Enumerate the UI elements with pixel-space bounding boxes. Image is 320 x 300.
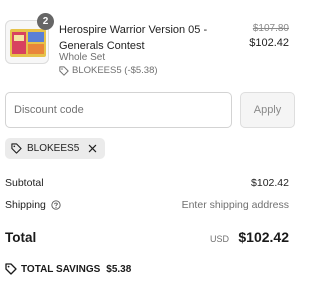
- tag-icon: [59, 65, 69, 76]
- total-currency: USD: [209, 234, 229, 244]
- shipping-row-label: Shipping: [5, 199, 61, 211]
- line-discount: BLOKEES5 (-$5.38): [59, 65, 158, 76]
- shipping-value: Enter shipping address: [181, 199, 289, 211]
- discount-code-input[interactable]: [5, 92, 232, 128]
- shipping-label: Shipping: [5, 199, 46, 211]
- total-value: $102.42: [238, 229, 289, 245]
- original-price: $107.80: [252, 23, 289, 34]
- quantity-badge: 2: [37, 13, 54, 30]
- subtotal-label: Subtotal: [5, 177, 44, 189]
- applied-code-label: BLOKEES5: [27, 143, 80, 154]
- product-box-image: [10, 29, 46, 57]
- savings-value: $5.38: [106, 263, 132, 275]
- question-circle-icon[interactable]: [51, 200, 61, 210]
- applied-code-chip: BLOKEES5: [5, 138, 106, 159]
- product-title: Herospire Warrior Version 05 - Generals …: [59, 24, 208, 52]
- savings-label: TOTAL SAVINGS: [21, 263, 101, 275]
- apply-button[interactable]: Apply: [240, 92, 295, 128]
- close-icon: [88, 144, 97, 153]
- line-discount-text: BLOKEES5 (-$5.38): [72, 65, 158, 76]
- tag-icon: [5, 263, 17, 275]
- total-savings: TOTAL SAVINGS $5.38: [5, 263, 131, 275]
- product-variant: Whole Set: [59, 52, 106, 63]
- tag-icon: [11, 143, 22, 154]
- remove-code-button[interactable]: [86, 143, 98, 155]
- current-price: $102.42: [249, 37, 289, 49]
- subtotal-value: $102.42: [251, 177, 289, 189]
- total-label: Total: [5, 230, 37, 245]
